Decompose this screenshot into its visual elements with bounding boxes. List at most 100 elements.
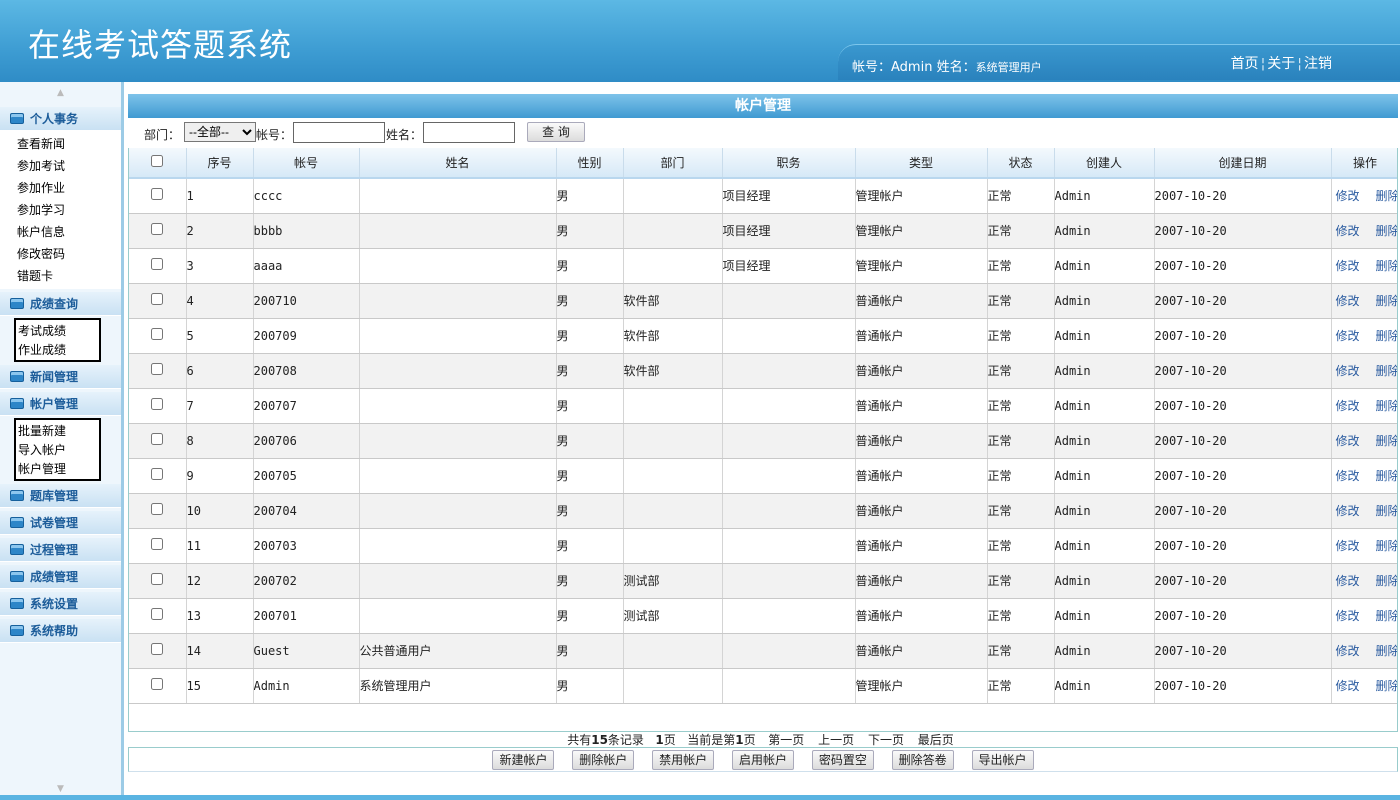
sidebar-group-6[interactable]: 过程管理 (0, 538, 121, 562)
table-row[interactable]: 6 200708 男软件部 普通帐户 正常 Admin 2007-10-20 修改 删除 (129, 353, 1397, 389)
row-checkbox[interactable] (151, 328, 164, 340)
col-header-position[interactable]: 职务 (722, 148, 856, 179)
edit-link[interactable]: 修改 (1336, 539, 1360, 553)
table-row[interactable]: 14 Guest 公共普通用户男 普通帐户 正常 Admin 2007-10-20 修改 删除 (129, 633, 1397, 669)
row-checkbox[interactable] (151, 503, 164, 515)
about-link[interactable]: 关于 (1267, 56, 1295, 72)
name-search-input[interactable] (423, 122, 515, 143)
sidebar-item[interactable]: 作业成绩 (18, 341, 99, 360)
table-row[interactable]: 8 200706 男 普通帐户 正常 Admin 2007-10-20 修改 删除 (129, 423, 1397, 459)
row-checkbox[interactable] (151, 293, 164, 305)
sidebar-group-8[interactable]: 系统设置 (0, 592, 121, 616)
col-header-account[interactable]: 帐号 (253, 148, 360, 179)
sidebar-item[interactable]: 错题卡 (17, 265, 121, 287)
sidebar-group-7[interactable]: 成绩管理 (0, 565, 121, 589)
delete-link[interactable]: 删除 (1376, 434, 1397, 448)
enable-account-button[interactable]: 启用帐户 (731, 750, 794, 770)
select-all-checkbox[interactable] (151, 155, 164, 167)
sidebar-item[interactable]: 帐户信息 (17, 221, 121, 243)
sidebar-group-5[interactable]: 试卷管理 (0, 511, 121, 535)
disable-account-button[interactable]: 禁用帐户 (652, 750, 715, 770)
delete-link[interactable]: 删除 (1376, 294, 1397, 308)
col-header-index[interactable]: 序号 (186, 148, 254, 179)
table-row[interactable]: 5 200709 男软件部 普通帐户 正常 Admin 2007-10-20 修改 删除 (129, 318, 1397, 354)
delete-link[interactable]: 删除 (1376, 364, 1397, 378)
sidebar-item[interactable]: 查看新闻 (17, 133, 121, 155)
col-header-created-date[interactable]: 创建日期 (1154, 148, 1332, 179)
table-row[interactable]: 7 200707 男 普通帐户 正常 Admin 2007-10-20 修改 删除 (129, 388, 1397, 424)
delete-link[interactable]: 删除 (1376, 329, 1397, 343)
delete-link[interactable]: 删除 (1376, 609, 1397, 623)
delete-link[interactable]: 删除 (1376, 539, 1397, 553)
table-row[interactable]: 1 cccc 男 项目经理 管理帐户 正常 Admin 2007-10-20 修改 删除 (129, 178, 1397, 214)
col-header-creator[interactable]: 创建人 (1054, 148, 1155, 179)
edit-link[interactable]: 修改 (1336, 434, 1360, 448)
edit-link[interactable]: 修改 (1336, 469, 1360, 483)
edit-link[interactable]: 修改 (1336, 189, 1360, 203)
edit-link[interactable]: 修改 (1336, 644, 1360, 658)
delete-link[interactable]: 删除 (1376, 574, 1397, 588)
dept-select[interactable]: --全部-- (184, 122, 256, 142)
sidebar-item[interactable]: 考试成绩 (18, 322, 99, 341)
scroll-down-icon[interactable]: ▼ (0, 784, 121, 794)
home-link[interactable]: 首页 (1231, 56, 1259, 72)
sidebar-item[interactable]: 参加考试 (17, 155, 121, 177)
sidebar-group-4[interactable]: 题库管理 (0, 484, 121, 508)
col-header-status[interactable]: 状态 (987, 148, 1055, 179)
row-checkbox[interactable] (151, 433, 164, 445)
edit-link[interactable]: 修改 (1336, 609, 1360, 623)
edit-link[interactable]: 修改 (1336, 364, 1360, 378)
query-button[interactable]: 查 询 (527, 122, 585, 142)
sidebar-item[interactable]: 参加作业 (17, 177, 121, 199)
new-account-button[interactable]: 新建帐户 (492, 750, 555, 770)
edit-link[interactable]: 修改 (1336, 574, 1360, 588)
delete-link[interactable]: 删除 (1376, 189, 1397, 203)
delete-link[interactable]: 删除 (1376, 259, 1397, 273)
delete-link[interactable]: 删除 (1376, 399, 1397, 413)
row-checkbox[interactable] (151, 538, 164, 550)
delete-account-button[interactable]: 删除帐户 (572, 750, 635, 770)
edit-link[interactable]: 修改 (1336, 329, 1360, 343)
col-header-dept[interactable]: 部门 (623, 148, 723, 179)
edit-link[interactable]: 修改 (1336, 259, 1360, 273)
delete-answers-button[interactable]: 删除答卷 (891, 750, 954, 770)
row-checkbox[interactable] (151, 223, 164, 235)
pager-prev-link[interactable]: 上一页 (818, 733, 854, 747)
sidebar-item[interactable]: 帐户管理 (18, 460, 99, 479)
table-row[interactable]: 2 bbbb 男 项目经理 管理帐户 正常 Admin 2007-10-20 修改 删除 (129, 213, 1397, 249)
table-row[interactable]: 3 aaaa 男 项目经理 管理帐户 正常 Admin 2007-10-20 修改 删除 (129, 248, 1397, 284)
row-checkbox[interactable] (151, 363, 164, 375)
row-checkbox[interactable] (151, 608, 164, 620)
export-account-button[interactable]: 导出帐户 (971, 750, 1034, 770)
sidebar-group-2[interactable]: 新闻管理 (0, 365, 121, 389)
delete-link[interactable]: 删除 (1376, 679, 1397, 693)
sidebar-group-9[interactable]: 系统帮助 (0, 619, 121, 643)
sidebar-group-0[interactable]: 个人事务 (0, 107, 121, 131)
row-checkbox[interactable] (151, 643, 164, 655)
table-row[interactable]: 4 200710 男软件部 普通帐户 正常 Admin 2007-10-20 修改 删除 (129, 283, 1397, 319)
edit-link[interactable]: 修改 (1336, 504, 1360, 518)
scroll-up-icon[interactable]: ▲ (0, 82, 121, 104)
logout-link[interactable]: 注销 (1304, 56, 1332, 72)
sidebar-group-3[interactable]: 帐户管理 (0, 392, 121, 416)
table-row[interactable]: 11 200703 男 普通帐户 正常 Admin 2007-10-20 修改 删除 (129, 528, 1397, 564)
sidebar-item[interactable]: 导入帐户 (18, 441, 99, 460)
row-checkbox[interactable] (151, 188, 164, 201)
edit-link[interactable]: 修改 (1336, 224, 1360, 238)
delete-link[interactable]: 删除 (1376, 644, 1397, 658)
sidebar-item[interactable]: 批量新建 (18, 422, 99, 441)
sidebar-group-1[interactable]: 成绩查询 (0, 292, 121, 316)
clear-password-button[interactable]: 密码置空 (811, 750, 874, 770)
pager-last-link[interactable]: 最后页 (918, 733, 954, 747)
delete-link[interactable]: 删除 (1376, 224, 1397, 238)
col-header-name[interactable]: 姓名 (359, 148, 557, 179)
table-row[interactable]: 9 200705 男 普通帐户 正常 Admin 2007-10-20 修改 删除 (129, 458, 1397, 494)
table-row[interactable]: 13 200701 男测试部 普通帐户 正常 Admin 2007-10-20 修改 删除 (129, 598, 1397, 634)
table-row[interactable]: 12 200702 男测试部 普通帐户 正常 Admin 2007-10-20 修改 删除 (129, 563, 1397, 599)
row-checkbox[interactable] (151, 398, 164, 410)
pager-next-link[interactable]: 下一页 (868, 733, 904, 747)
col-header-type[interactable]: 类型 (855, 148, 988, 179)
col-header-gender[interactable]: 性别 (556, 148, 624, 179)
row-checkbox[interactable] (151, 258, 164, 270)
row-checkbox[interactable] (151, 468, 164, 480)
